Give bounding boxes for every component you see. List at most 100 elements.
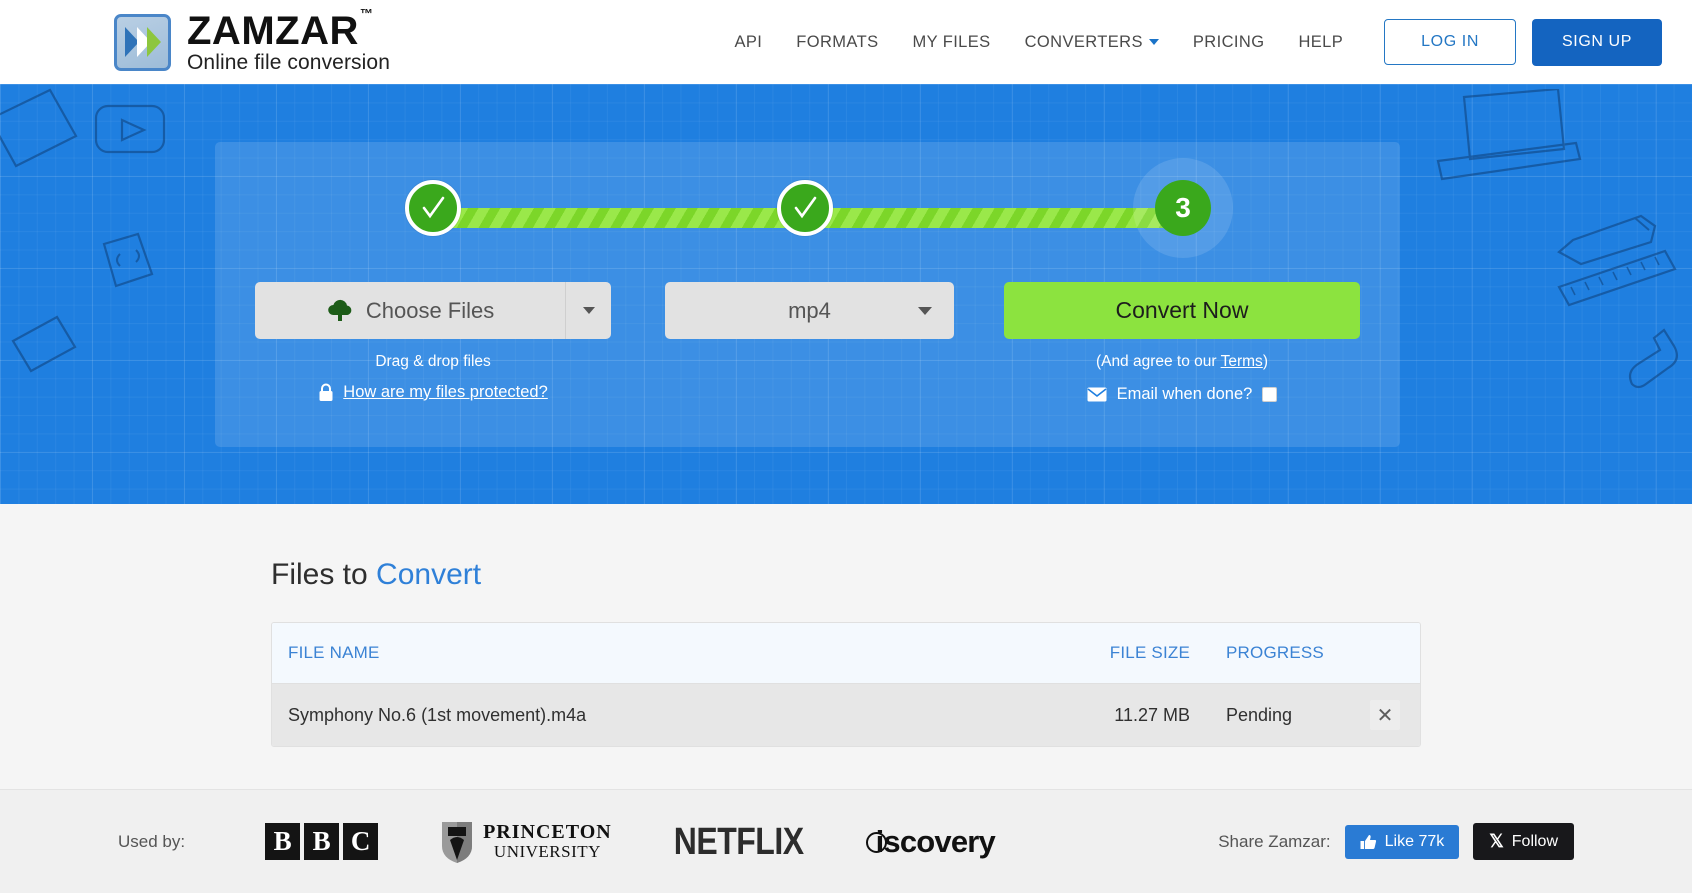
step-3-current[interactable]: 3 [1155, 180, 1211, 236]
choose-files-dropdown-toggle[interactable] [565, 282, 611, 339]
logo-icon [114, 13, 171, 71]
files-protected-label: How are my files protected? [343, 383, 548, 401]
table-row: Symphony No.6 (1st movement).m4a 11.27 M… [272, 683, 1420, 746]
thumbs-up-icon [1360, 834, 1376, 849]
main-navigation: API FORMATS MY FILES CONVERTERS PRICING … [717, 18, 1662, 66]
share-label: Share Zamzar: [1218, 831, 1331, 851]
princeton-line-1: PRINCETON [483, 821, 612, 844]
remove-file-button[interactable]: ✕ [1370, 700, 1400, 730]
x-follow-label: Follow [1511, 832, 1558, 850]
terms-suffix: ) [1262, 353, 1268, 370]
logo-title: ZAMZAR [187, 9, 359, 53]
step-3-number: 3 [1175, 192, 1191, 223]
logo-trademark: ™ [359, 5, 374, 21]
step-2-complete[interactable] [777, 180, 833, 236]
play-video-doodle-icon [94, 104, 166, 154]
site-footer: Used by: B B C PRINCETON UNIVERSITY NETF… [0, 789, 1692, 893]
terms-prefix: (And agree to our [1095, 353, 1221, 370]
discovery-logo: iscovery [865, 823, 996, 860]
drag-drop-hint: Drag & drop files [375, 353, 491, 370]
nav-item-my-files[interactable]: MY FILES [895, 23, 1007, 62]
files-title-accent: Convert [376, 558, 482, 591]
convert-column: Convert Now (And agree to our Terms) Ema… [1003, 282, 1361, 404]
x-follow-button[interactable]: 𝕏 Follow [1473, 823, 1574, 860]
chevron-down-icon [582, 307, 595, 314]
step-indicator: 3 [405, 180, 1211, 256]
princeton-line-2: UNIVERSITY [493, 842, 601, 862]
nav-item-pricing[interactable]: PRICING [1176, 23, 1282, 62]
princeton-shield-icon [442, 821, 473, 863]
bbc-letter: B [265, 823, 301, 860]
monitor-doodle-icon [1436, 89, 1582, 181]
cell-actions: ✕ [1350, 700, 1420, 730]
signup-button[interactable]: SIGN UP [1532, 18, 1662, 66]
bbc-letter: C [343, 823, 379, 860]
convert-now-button[interactable]: Convert Now [1003, 282, 1361, 339]
check-icon [794, 196, 817, 219]
nav-label: PRICING [1192, 32, 1265, 51]
files-title-plain: Files to [271, 558, 377, 591]
format-value: mp4 [788, 297, 831, 323]
converter-panel: 3 Choose Files Drag & drop files How are… [215, 142, 1400, 447]
document-doodle-icon [0, 88, 78, 168]
cell-progress-status: Pending [1226, 704, 1293, 725]
login-button[interactable]: LOG IN [1384, 19, 1516, 65]
chevron-down-icon [1148, 39, 1159, 46]
cell-file-name: Symphony No.6 (1st movement).m4a [288, 704, 587, 725]
bbc-letter: B [304, 823, 340, 860]
netflix-logo: NETFLIX [673, 819, 804, 863]
share-area: Share Zamzar: Like 77k 𝕏 Follow [1218, 823, 1574, 860]
brand-logos: B B C PRINCETON UNIVERSITY NETFLIX iscov… [265, 819, 996, 864]
envelope-icon [1087, 387, 1107, 402]
format-select[interactable]: mp4 [665, 282, 954, 339]
x-logo-icon: 𝕏 [1489, 831, 1504, 851]
logo[interactable]: ZAMZAR™ Online file conversion [114, 7, 390, 74]
files-section-title: Files to Convert [271, 558, 1421, 592]
email-when-done-row: Email when done? [1004, 385, 1360, 404]
facebook-like-label: Like 77k [1384, 832, 1445, 850]
choose-files-button[interactable]: Choose Files [255, 282, 612, 339]
discovery-globe-icon [865, 832, 887, 853]
step-1-complete[interactable] [405, 180, 461, 236]
files-to-convert-section: Files to Convert FILE NAME FILE SIZE PRO… [0, 504, 1692, 789]
princeton-university-logo: PRINCETON UNIVERSITY [440, 820, 612, 864]
nav-item-help[interactable]: HELP [1281, 23, 1360, 62]
terms-notice: (And agree to our Terms) [1004, 353, 1360, 371]
converter-controls: Choose Files Drag & drop files How are m… [255, 282, 1361, 404]
cloud-upload-icon [328, 299, 352, 321]
wrench-doodle-icon [1628, 328, 1679, 389]
used-by-label: Used by: [118, 831, 186, 851]
nav-label: FORMATS [796, 32, 879, 51]
email-when-done-label: Email when done? [1116, 385, 1253, 403]
choose-files-label: Choose Files [365, 297, 495, 323]
code-file-doodle-icon [102, 232, 154, 288]
hero-section: 3 Choose Files Drag & drop files How are… [0, 84, 1692, 504]
column-header-file-size: FILE SIZE [1109, 643, 1190, 662]
terms-link[interactable]: Terms [1221, 353, 1263, 370]
chevron-down-icon [917, 306, 932, 315]
files-table: FILE NAME FILE SIZE PROGRESS Symphony No… [271, 622, 1421, 747]
lock-icon [319, 383, 333, 401]
nav-item-api[interactable]: API [717, 23, 779, 62]
site-header: ZAMZAR™ Online file conversion API FORMA… [0, 0, 1692, 84]
choose-files-column: Choose Files Drag & drop files How are m… [255, 282, 612, 402]
column-header-file-name: FILE NAME [288, 643, 380, 662]
logo-tagline: Online file conversion [187, 51, 390, 74]
facebook-like-button[interactable]: Like 77k [1344, 824, 1460, 859]
nav-label: MY FILES [912, 32, 991, 51]
nav-label: API [734, 32, 763, 51]
discovery-wordmark: iscovery [875, 823, 996, 859]
column-header-progress: PROGRESS [1226, 643, 1324, 662]
cad-file-doodle-icon [11, 315, 77, 373]
cell-file-size: 11.27 MB [1114, 704, 1190, 725]
ruler-doodle-icon [1557, 249, 1677, 307]
nav-label: CONVERTERS [1024, 32, 1143, 51]
nav-item-converters[interactable]: CONVERTERS [1008, 23, 1176, 62]
bbc-logo: B B C [265, 823, 379, 860]
files-table-header: FILE NAME FILE SIZE PROGRESS [272, 623, 1420, 683]
nav-item-formats[interactable]: FORMATS [779, 23, 895, 62]
files-protected-link[interactable]: How are my files protected? [255, 383, 611, 402]
check-icon [422, 196, 445, 219]
email-when-done-checkbox[interactable] [1262, 387, 1278, 402]
nav-label: HELP [1298, 32, 1344, 51]
